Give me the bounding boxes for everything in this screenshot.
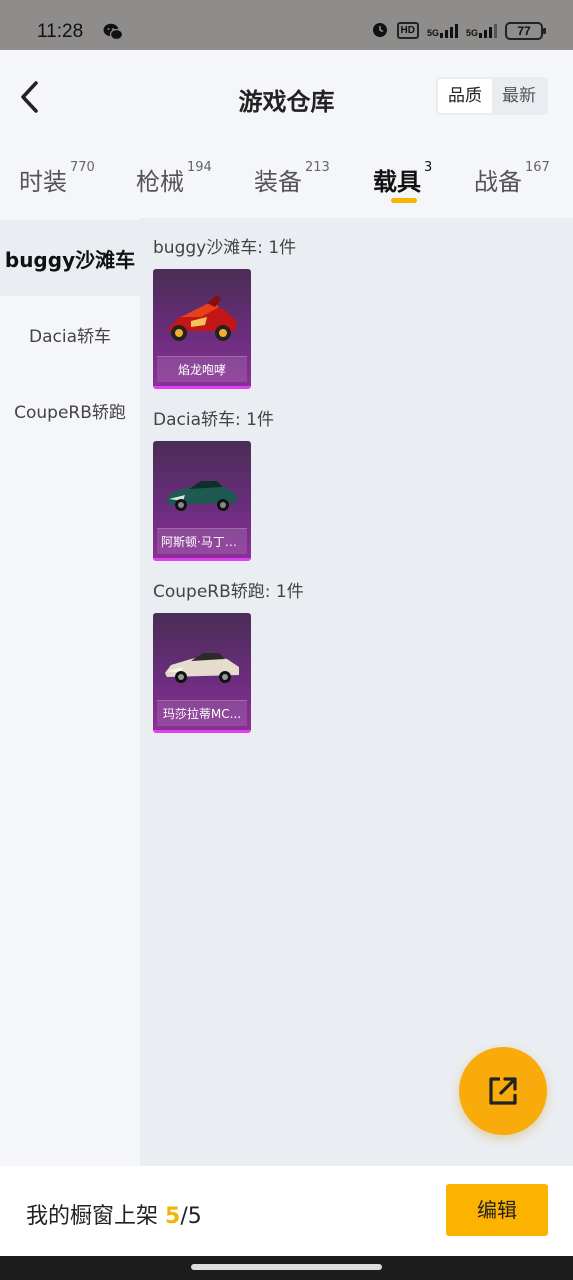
edit-button[interactable]: 编辑 <box>446 1184 548 1236</box>
white-supercar-image <box>165 653 239 683</box>
battery-icon: 77 <box>505 21 546 40</box>
active-tab-indicator <box>391 198 417 203</box>
tab-vehicles[interactable]: 载具3 <box>373 160 433 197</box>
tab-count: 194 <box>187 160 212 175</box>
showcase-status: 我的橱窗上架 5/5 <box>26 1198 202 1230</box>
network-type-label: 5G <box>426 27 439 38</box>
home-gesture-bar[interactable] <box>191 1264 382 1270</box>
tab-count: 213 <box>305 160 330 175</box>
tab-count: 3 <box>424 160 433 175</box>
green-sports-car-image <box>167 481 237 511</box>
sort-quality-option[interactable]: 品质 <box>438 79 492 113</box>
tab-label: 时装 <box>19 168 67 196</box>
vehicle-name: 玛莎拉蒂MC... <box>157 700 247 726</box>
hd-indicator: HD <box>396 22 419 39</box>
tab-label: 装备 <box>254 168 302 196</box>
group-title-buggy: buggy沙滩车: 1件 <box>153 238 297 258</box>
vehicle-card[interactable]: 玛莎拉蒂MC... <box>153 613 251 733</box>
system-nav-bar <box>0 1256 573 1280</box>
vehicle-type-sidebar: buggy沙滩车 Dacia轿车 CoupeRB轿跑 <box>0 218 140 1166</box>
vehicle-card[interactable]: 阿斯顿·马丁D... <box>153 441 251 561</box>
signal-icon: 5G <box>426 23 458 38</box>
red-buggy-image <box>167 295 237 341</box>
network-type-label-2: 5G <box>465 27 478 38</box>
signal-icon-2: 5G <box>465 23 497 38</box>
status-bar: 11:28 HD 5G 5G 77 <box>0 0 573 50</box>
tab-fashion[interactable]: 时装770 <box>19 160 95 197</box>
status-time: 11:28 <box>37 21 84 42</box>
alarm-icon <box>371 20 389 41</box>
vehicle-card[interactable]: 焰龙咆哮 <box>153 269 251 389</box>
vehicle-name: 阿斯顿·马丁D... <box>157 528 247 554</box>
tab-count: 167 <box>525 160 550 175</box>
group-title-dacia: Dacia轿车: 1件 <box>153 410 274 430</box>
tab-equipment[interactable]: 装备213 <box>254 160 330 197</box>
wechat-icon <box>103 23 124 45</box>
tab-label: 战备 <box>474 168 522 196</box>
sidebar-item-dacia[interactable]: Dacia轿车 <box>0 296 140 372</box>
tab-count: 770 <box>70 160 95 175</box>
share-button[interactable] <box>459 1047 547 1135</box>
showcase-label: 我的橱窗上架 <box>26 1204 159 1229</box>
showcase-total: /5 <box>180 1204 202 1229</box>
tab-label: 载具 <box>373 168 421 196</box>
vehicle-name: 焰龙咆哮 <box>157 356 247 382</box>
group-title-couperb: CoupeRB轿跑: 1件 <box>153 582 304 602</box>
sort-newest-option[interactable]: 最新 <box>492 79 546 113</box>
sidebar-item-couperb[interactable]: CoupeRB轿跑 <box>0 372 140 448</box>
sort-toggle: 品质 最新 <box>436 77 548 115</box>
share-icon <box>489 1077 517 1105</box>
header: 游戏仓库 品质 最新 <box>0 50 573 140</box>
bottom-bar: 我的橱窗上架 5/5 编辑 <box>0 1166 573 1256</box>
tab-supplies[interactable]: 战备167 <box>474 160 550 197</box>
vehicle-list: buggy沙滩车: 1件 焰龙咆哮 Dacia轿车: 1件 阿斯顿·马丁D...… <box>140 218 573 1166</box>
category-tabs: 时装770 枪械194 装备213 载具3 战备167 <box>0 140 573 218</box>
sidebar-item-buggy[interactable]: buggy沙滩车 <box>0 220 140 296</box>
showcase-count: 5 <box>165 1204 181 1229</box>
tab-label: 枪械 <box>136 168 184 196</box>
tab-guns[interactable]: 枪械194 <box>136 160 212 197</box>
